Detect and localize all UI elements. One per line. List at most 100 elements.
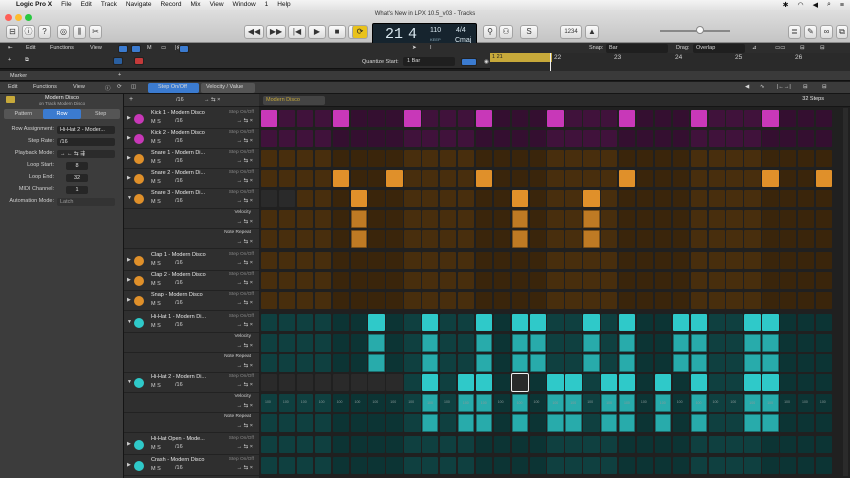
disclosure-triangle-icon[interactable]: ▶ — [127, 115, 131, 121]
step-cell[interactable] — [475, 190, 493, 207]
sub-lane-step[interactable] — [762, 230, 779, 248]
sub-lane-step[interactable]: 100 — [368, 394, 385, 412]
editor-functions-menu[interactable]: Functions — [33, 84, 57, 90]
disclosure-triangle-icon[interactable]: ▼ — [127, 195, 132, 201]
sub-lane-step[interactable] — [672, 230, 690, 248]
sub-lane-step[interactable] — [619, 334, 636, 352]
track-playback-arrows[interactable]: → ⇆ × — [237, 300, 253, 306]
sub-lane-step[interactable] — [278, 414, 296, 432]
step-cell[interactable] — [565, 436, 582, 453]
editor-step-rate[interactable]: /16 — [176, 97, 184, 103]
step-cell[interactable] — [296, 150, 314, 167]
step-cell[interactable] — [386, 170, 403, 187]
step-cell[interactable] — [619, 374, 636, 391]
track-playback-arrows[interactable]: → ⇆ × — [237, 444, 253, 450]
step-cell[interactable] — [780, 457, 797, 474]
step-cell[interactable] — [601, 292, 618, 309]
mute-solo-buttons[interactable]: M S — [151, 139, 161, 145]
step-cell[interactable] — [493, 436, 511, 453]
sub-lane-step[interactable] — [726, 354, 743, 372]
step-cell[interactable] — [350, 252, 367, 269]
sub-lane-step[interactable] — [744, 210, 761, 228]
step-cell[interactable] — [475, 252, 493, 269]
sub-lane-step[interactable] — [798, 210, 815, 228]
track-playback-arrows[interactable]: → ⇆ × — [237, 465, 253, 471]
step-cell[interactable] — [583, 150, 600, 167]
sub-lane-step[interactable] — [815, 354, 833, 372]
automation-icon[interactable] — [113, 57, 123, 65]
step-cell[interactable] — [278, 457, 296, 474]
sub-lane-step[interactable] — [332, 354, 349, 372]
sub-lane-step[interactable] — [690, 414, 707, 432]
step-cell[interactable] — [529, 457, 546, 474]
step-cell[interactable] — [314, 272, 332, 289]
pattern-browser-icon[interactable]: ◫ — [131, 84, 136, 90]
step-cell[interactable] — [672, 190, 690, 207]
loop-start-field[interactable]: 8 — [66, 162, 88, 170]
step-cell[interactable] — [654, 110, 672, 127]
disclosure-triangle-icon[interactable]: ▶ — [127, 135, 131, 141]
step-cell[interactable] — [368, 150, 385, 167]
step-cell[interactable] — [815, 292, 833, 309]
sub-lane-step[interactable] — [815, 230, 833, 248]
sub-lane-step[interactable] — [654, 354, 672, 372]
step-onoff-mode-button[interactable]: Step On/Off — [148, 83, 199, 93]
step-cell[interactable] — [726, 314, 743, 331]
tab-pattern[interactable]: Pattern — [4, 109, 43, 119]
sub-lane-step[interactable] — [583, 230, 600, 248]
step-cell[interactable] — [386, 150, 403, 167]
step-cell[interactable] — [708, 436, 725, 453]
step-cell[interactable] — [475, 374, 493, 391]
step-cell[interactable] — [583, 436, 600, 453]
sub-lane-step[interactable] — [314, 210, 332, 228]
step-cell[interactable] — [762, 374, 779, 391]
steps-count[interactable]: 32 Steps — [802, 96, 824, 102]
notepad-icon[interactable]: ✎ — [804, 25, 817, 39]
step-cell[interactable] — [511, 150, 528, 167]
step-cell[interactable] — [314, 436, 332, 453]
step-cell[interactable] — [619, 190, 636, 207]
step-cell[interactable] — [744, 272, 761, 289]
browsers-icon[interactable]: ⧉ — [836, 25, 848, 39]
step-cell[interactable] — [350, 190, 367, 207]
step-cell[interactable] — [654, 150, 672, 167]
step-cell[interactable] — [798, 252, 815, 269]
step-cell[interactable] — [296, 170, 314, 187]
sub-lane-step[interactable]: 100 — [350, 394, 367, 412]
step-cell[interactable] — [440, 190, 457, 207]
sub-lane-step[interactable] — [296, 210, 314, 228]
sub-lane-step[interactable] — [314, 230, 332, 248]
track-step-rate[interactable]: /16 — [175, 198, 183, 204]
step-cell[interactable] — [619, 130, 636, 147]
sub-lane-step[interactable] — [815, 210, 833, 228]
step-cell[interactable] — [654, 374, 672, 391]
step-cell[interactable] — [296, 190, 314, 207]
step-cell[interactable] — [708, 150, 725, 167]
flex-icon[interactable] — [179, 45, 189, 53]
track-step-rate[interactable]: /16 — [175, 322, 183, 328]
sub-lane-step[interactable] — [780, 354, 797, 372]
step-cell[interactable] — [386, 110, 403, 127]
step-cell[interactable] — [314, 130, 332, 147]
sub-lane-step[interactable]: 100 — [493, 394, 511, 412]
sub-lane-step[interactable] — [261, 354, 278, 372]
menu-record[interactable]: Record — [160, 0, 181, 10]
step-cell[interactable] — [368, 457, 385, 474]
step-cell[interactable] — [422, 292, 439, 309]
sub-lane-step[interactable] — [296, 230, 314, 248]
sub-lane-step[interactable] — [815, 334, 833, 352]
step-cell[interactable] — [493, 150, 511, 167]
step-cell[interactable] — [422, 190, 439, 207]
step-cell[interactable] — [404, 170, 421, 187]
menu-edit[interactable]: Edit — [81, 0, 92, 10]
sub-lane-step[interactable]: 100 — [798, 394, 815, 412]
step-cell[interactable] — [601, 252, 618, 269]
sub-lane-step[interactable] — [440, 354, 457, 372]
step-cell[interactable] — [278, 170, 296, 187]
step-cell[interactable] — [296, 436, 314, 453]
step-cell[interactable] — [726, 292, 743, 309]
step-cell[interactable] — [547, 374, 564, 391]
step-cell[interactable] — [798, 374, 815, 391]
step-cell[interactable] — [493, 170, 511, 187]
tracks-functions-menu[interactable]: Functions — [50, 45, 74, 51]
